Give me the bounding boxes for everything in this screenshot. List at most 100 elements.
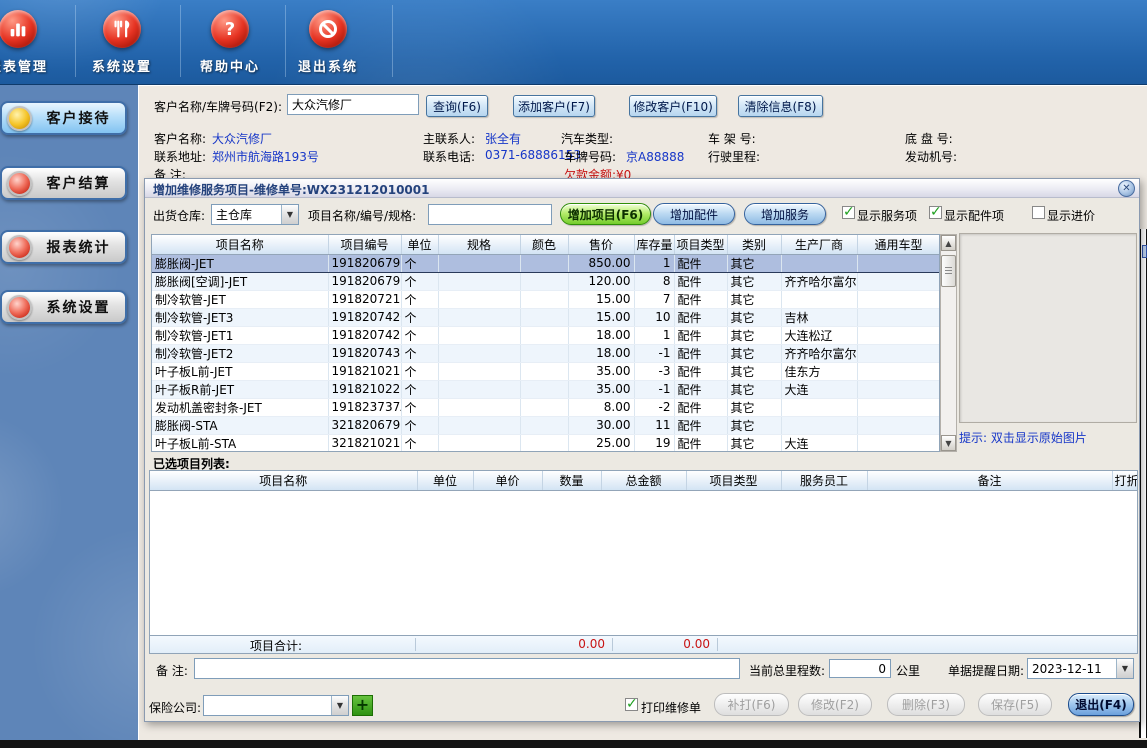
item-search-input[interactable] <box>428 204 552 225</box>
scroll-down-icon[interactable]: ▼ <box>941 435 956 451</box>
toolbar-item-help[interactable]: ? 帮助中心 <box>175 8 285 75</box>
table-cell: 配件 <box>674 416 727 434</box>
edit-customer-button[interactable]: 修改客户(F10) <box>629 95 717 117</box>
customer-search-input[interactable] <box>287 94 419 115</box>
print-order-checkbox[interactable] <box>625 698 638 711</box>
table-cell: -3 <box>634 362 674 380</box>
column-header[interactable]: 单位 <box>417 471 473 490</box>
table-row[interactable]: 制冷软管-JET2191820743K个18.00-1配件其它齐齐哈尔富尔 <box>152 344 940 362</box>
insurance-select[interactable]: ▼ <box>203 695 349 716</box>
modify-button[interactable]: 修改(F2) <box>798 693 872 716</box>
table-row[interactable]: 发动机盖密封条-JET191823737A个8.00-2配件其它 <box>152 398 940 416</box>
column-header[interactable]: 项目名称 <box>152 235 328 254</box>
svg-text:?: ? <box>225 19 235 40</box>
chevron-down-icon[interactable]: ▼ <box>1116 659 1133 678</box>
scroll-up-icon[interactable]: ▲ <box>941 235 956 251</box>
dialog-titlebar[interactable]: 增加维修服务项目-维修单号:WX231212010001 ✕ <box>145 179 1139 198</box>
sidebar: 客户接待 客户结算 报表统计 系统设置 <box>0 85 138 740</box>
table-cell: 制冷软管-JET2 <box>152 344 328 362</box>
table-cell: 大连 <box>781 434 857 452</box>
reprint-button[interactable]: 补打(F6) <box>714 693 789 716</box>
sidebar-item-report-statistics[interactable]: 报表统计 <box>0 230 127 264</box>
close-icon[interactable]: ✕ <box>1118 180 1135 197</box>
add-insurance-icon[interactable]: + <box>352 695 373 716</box>
table-cell <box>520 326 568 344</box>
column-header[interactable]: 项目名称 <box>150 471 417 490</box>
table-cell <box>438 308 520 326</box>
contact-value: 张全有 <box>485 130 521 147</box>
underlying-selected-row <box>1142 245 1147 258</box>
column-header[interactable]: 单位 <box>401 235 438 254</box>
sidebar-item-system-settings[interactable]: 系统设置 <box>0 290 127 324</box>
sidebar-item-customer-settlement[interactable]: 客户结算 <box>0 166 127 200</box>
column-header[interactable]: 规格 <box>438 235 520 254</box>
column-header[interactable]: 生产厂商 <box>781 235 857 254</box>
app-window: 报表管理 系统设置 ? 帮助中心 退出系统 客户接待 <box>0 0 1147 748</box>
warehouse-select[interactable]: 主仓库 ▼ <box>211 204 299 225</box>
column-header[interactable]: 库存量 <box>634 235 674 254</box>
sidebar-item-label: 系统设置 <box>32 297 125 317</box>
clear-info-button[interactable]: 清除信息(F8) <box>738 95 823 117</box>
table-row[interactable]: 膨胀阀-JET191820679个850.001配件其它 <box>152 254 940 272</box>
table-row[interactable]: 叶子板R前-JET191821022E个35.00-1配件其它大连 <box>152 380 940 398</box>
column-header[interactable]: 单价 <box>473 471 542 490</box>
table-cell: 个 <box>401 344 438 362</box>
table-row[interactable]: 叶子板L前-JET191821021E个35.00-3配件其它佳东方 <box>152 362 940 380</box>
add-item-button[interactable]: 增加项目(F6) <box>560 203 651 225</box>
mileage-label: 行驶里程: <box>708 148 760 165</box>
column-header[interactable]: 通用车型 <box>857 235 940 254</box>
table-row[interactable]: 叶子板L前-STA321821021N个25.0019配件其它大连 <box>152 434 940 452</box>
show-services-checkbox[interactable] <box>842 206 855 219</box>
remind-date-select[interactable]: 2023-12-11 ▼ <box>1027 658 1134 679</box>
query-button[interactable]: 查询(F6) <box>426 95 488 117</box>
column-header[interactable]: 类别 <box>727 235 781 254</box>
items-table-scrollbar[interactable]: ▲ ▼ <box>940 234 957 452</box>
table-cell: 制冷软管-JET <box>152 290 328 308</box>
table-cell: 7 <box>634 290 674 308</box>
items-table-body: 膨胀阀-JET191820679个850.001配件其它膨胀阀[空调]-JET1… <box>152 254 940 452</box>
column-header[interactable]: 项目类型 <box>674 235 727 254</box>
question-icon: ? <box>211 10 249 48</box>
table-cell <box>857 326 940 344</box>
chevron-down-icon[interactable]: ▼ <box>281 205 298 224</box>
table-row[interactable]: 制冷软管-JET1191820742H个18.001配件其它大连松辽 <box>152 326 940 344</box>
delete-button[interactable]: 删除(F3) <box>887 693 965 716</box>
dialog-title: 增加维修服务项目-维修单号:WX231212010001 <box>153 181 429 198</box>
toolbar-item-exit[interactable]: 退出系统 <box>273 8 383 75</box>
table-row[interactable]: 制冷软管-JET191820721个15.007配件其它 <box>152 290 940 308</box>
dialog-note-input[interactable] <box>194 658 740 679</box>
column-header[interactable]: 颜色 <box>520 235 568 254</box>
toolbar-item-settings[interactable]: 系统设置 <box>67 8 177 75</box>
column-header[interactable]: 项目编号 <box>328 235 401 254</box>
add-part-button[interactable]: 增加配件 <box>653 203 735 225</box>
column-header[interactable]: 总金额 <box>601 471 686 490</box>
column-header[interactable]: 备注 <box>867 471 1112 490</box>
save-button[interactable]: 保存(F5) <box>978 693 1052 716</box>
table-cell: 25.00 <box>568 434 634 452</box>
odometer-label: 当前总里程数: <box>749 662 825 679</box>
no-entry-icon <box>309 10 347 48</box>
column-header[interactable]: 数量 <box>542 471 601 490</box>
table-cell: 其它 <box>727 326 781 344</box>
exit-button[interactable]: 退出(F4) <box>1068 693 1134 716</box>
column-header[interactable]: 服务员工 <box>781 471 867 490</box>
odometer-input[interactable] <box>829 659 891 678</box>
scrollbar-thumb[interactable] <box>941 255 956 287</box>
show-cost-checkbox[interactable] <box>1032 206 1045 219</box>
table-cell <box>520 434 568 452</box>
toolbar-item-reports[interactable]: 报表管理 <box>0 8 73 75</box>
column-header[interactable]: 打折率 <box>1112 471 1138 490</box>
column-header[interactable]: 售价 <box>568 235 634 254</box>
sidebar-item-customer-reception[interactable]: 客户接待 <box>0 101 127 135</box>
chevron-down-icon[interactable]: ▼ <box>331 696 348 715</box>
add-service-button[interactable]: 增加服务 <box>744 203 826 225</box>
total-label: 项目合计: <box>250 637 302 654</box>
table-cell: 191820679 <box>328 254 401 272</box>
part-image-preview[interactable] <box>959 233 1137 423</box>
column-header[interactable]: 项目类型 <box>686 471 781 490</box>
table-row[interactable]: 膨胀阀-STA321820679B个30.0011配件其它 <box>152 416 940 434</box>
add-customer-button[interactable]: 添加客户(F7) <box>513 95 595 117</box>
table-row[interactable]: 制冷软管-JET3191820742C个15.0010配件其它吉林 <box>152 308 940 326</box>
show-parts-checkbox[interactable] <box>929 206 942 219</box>
table-row[interactable]: 膨胀阀[空调]-JET191820679E个120.008配件其它齐齐哈尔富尔 <box>152 272 940 290</box>
